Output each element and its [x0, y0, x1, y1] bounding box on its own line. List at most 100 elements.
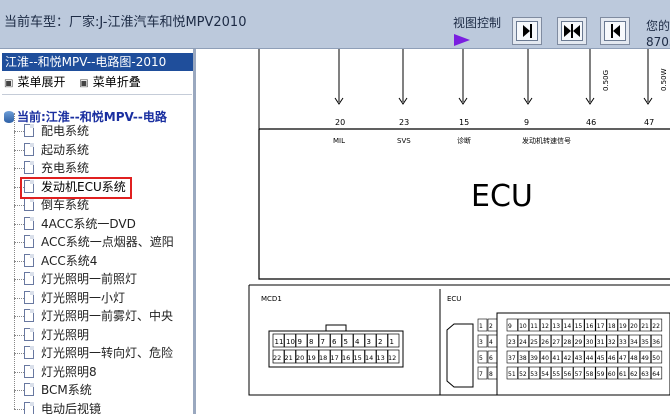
- pin-number: 23: [399, 118, 409, 127]
- tree-connector: [14, 242, 15, 261]
- expand-right-button[interactable]: [512, 17, 542, 45]
- pin-label: SVS: [397, 137, 411, 145]
- ecu-pin-number: 2: [489, 323, 493, 330]
- menu-collapse-button[interactable]: ▣ 菜单折叠: [79, 73, 140, 90]
- ecu-pin-number: 5: [479, 355, 483, 362]
- ecu-pin-number: 6: [489, 355, 493, 362]
- document-icon: [24, 327, 34, 341]
- ecu-pin-number: 57: [575, 371, 583, 378]
- tree-item-label: 灯光照明一前照灯: [41, 272, 138, 286]
- ecu-pin-number: 48: [630, 355, 638, 362]
- mcd-pin-number: 6: [332, 338, 337, 346]
- ecu-pin-number: 46: [608, 355, 616, 362]
- corner-info-line1: 您的: [646, 19, 670, 33]
- tree-connector: [14, 353, 24, 354]
- ecu-pin-number: 41: [552, 355, 560, 362]
- ecu-pin-number: 24: [519, 339, 527, 346]
- tree-connector: [14, 242, 24, 243]
- ecu-pin-number: 32: [608, 339, 616, 346]
- mcd-pin-number: 14: [365, 354, 373, 362]
- tree-connector: [14, 279, 24, 280]
- split-view-button[interactable]: [557, 17, 587, 45]
- ecu-pin-number: 43: [575, 355, 583, 362]
- mcd-pin-number: 11: [275, 338, 284, 346]
- pin-number: 20: [335, 118, 345, 127]
- ecu-pin-number: 37: [508, 355, 516, 362]
- tree-item-label: 灯光照明一小灯: [41, 290, 126, 305]
- ecu-pin-number: 15: [575, 323, 583, 330]
- tree-item-label: 灯光照明一前雾灯、中央: [41, 309, 174, 323]
- divider: [2, 94, 192, 95]
- mcd-pin-number: 1: [390, 338, 394, 346]
- mcd-pin-number: 19: [308, 354, 316, 362]
- ecu-pin-number: 35: [641, 339, 649, 346]
- mcd-pin-number: 3: [367, 338, 371, 346]
- ecu-pin-number: 34: [630, 339, 638, 346]
- ecu-pin-number: 3: [479, 339, 483, 346]
- document-icon: [24, 142, 34, 156]
- pin-label: MIL: [333, 137, 345, 145]
- ecu-pin-number: 9: [508, 323, 512, 330]
- ecu-pin-number: 21: [641, 323, 649, 330]
- ecu-pin-number: 12: [541, 323, 549, 330]
- expand-right-icon: [516, 21, 538, 41]
- ecu-pin-number: 22: [652, 323, 660, 330]
- ecu-pin-number: 56: [564, 371, 572, 378]
- ecu-pin-number: 19: [619, 323, 627, 330]
- tree-item-label: ACC系统4: [41, 253, 98, 268]
- ecu-pin-number: 17: [597, 323, 605, 330]
- menu-expand-button[interactable]: ▣ 菜单展开: [4, 73, 65, 90]
- ecu-pin-number: 62: [630, 371, 638, 378]
- pin-number: 47: [644, 118, 654, 127]
- ecu-pin-number: 39: [530, 355, 538, 362]
- mcd-pin-number: 17: [331, 354, 339, 362]
- ecu-pin-number: 18: [608, 323, 616, 330]
- tree-connector: [14, 223, 24, 225]
- tree-connector: [14, 408, 24, 410]
- tree-item-label: 倒车系统: [41, 198, 90, 212]
- tree-connector: [14, 205, 15, 224]
- ecu-pin-number: 38: [519, 355, 527, 362]
- document-icon: [24, 346, 34, 359]
- ecu-pin-number: 1: [479, 323, 483, 330]
- tree-item-label: 电动后视镜: [41, 401, 102, 414]
- ecu-pin-number: 45: [597, 355, 605, 362]
- current-node-label: 当前:江淮--和悦MPV--电路: [17, 110, 167, 124]
- ecu-pin-number: 13: [552, 323, 560, 330]
- ecu-pin-number: 51: [508, 371, 516, 378]
- tree-connector: [14, 205, 24, 206]
- document-icon: [24, 216, 34, 230]
- mcd-latch: [325, 324, 347, 332]
- tree-connector: [14, 390, 24, 391]
- document-title[interactable]: 江淮--和悦MPV--电路图-2010: [2, 53, 193, 71]
- ecu-pin-number: 14: [564, 323, 572, 330]
- ecu-pin-number: 47: [619, 355, 627, 362]
- mcd-pin-number: 20: [296, 354, 304, 362]
- ecu-pin-number: 40: [541, 355, 549, 362]
- expand-left-button[interactable]: [600, 17, 630, 45]
- ecu-pin-number: 36: [652, 339, 660, 346]
- ecu-pin-number: 42: [564, 355, 572, 362]
- ecu-pin-number: 11: [530, 323, 538, 330]
- mcd-label: MCD1: [261, 295, 282, 303]
- ecu-pin-number: 27: [552, 339, 560, 346]
- ecu-box: [258, 128, 670, 280]
- arrow-right-icon: [454, 34, 470, 46]
- ecu-pin-number: 4: [489, 339, 493, 346]
- ecu-pin-number: 58: [586, 371, 594, 378]
- menu-expand-label: 菜单展开: [17, 75, 66, 89]
- tree-connector: [14, 390, 15, 409]
- ecu-pin-number: 52: [519, 371, 527, 378]
- ecu-pin-number: 26: [541, 339, 549, 346]
- tree-connector: [14, 316, 24, 317]
- tree-connector: [14, 334, 24, 336]
- corner-info-line2: 8703: [646, 35, 670, 49]
- ecu-pin-number: 30: [586, 339, 594, 346]
- ecu-pin-number: 60: [608, 371, 616, 378]
- ecu-pin-number: 16: [586, 323, 594, 330]
- mcd-pin-number: 10: [286, 338, 295, 346]
- mcd-pin-number: 9: [298, 338, 302, 346]
- tree-item-label: BCM系统: [41, 383, 92, 397]
- expand-icon: ▣: [4, 78, 14, 89]
- vehicle-title: 当前车型：厂家:J-江淮汽车和悦MPV2010: [4, 15, 247, 30]
